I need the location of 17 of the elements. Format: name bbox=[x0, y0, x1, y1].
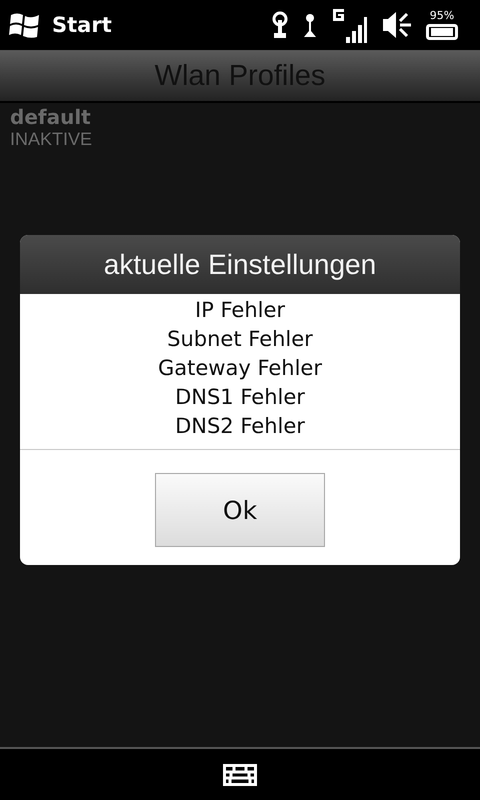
ok-button[interactable]: Ok bbox=[155, 473, 325, 547]
start-label[interactable]: Start bbox=[52, 13, 112, 37]
dialog-message-line: IP Fehler bbox=[194, 297, 286, 324]
dialog-message-line: DNS1 Fehler bbox=[175, 384, 305, 411]
screen-title: Wlan Profiles bbox=[154, 60, 326, 92]
battery-icon bbox=[426, 22, 458, 40]
profile-status: INAKTIVE bbox=[10, 129, 94, 150]
dialog-message-line: Subnet Fehler bbox=[167, 326, 313, 353]
signal-icon bbox=[332, 7, 368, 43]
pin-icon bbox=[302, 12, 318, 38]
battery-percent: 95% bbox=[430, 10, 454, 22]
speaker-muted-icon bbox=[382, 11, 412, 39]
dialog-message-line: Gateway Fehler bbox=[158, 355, 322, 382]
antenna-icon bbox=[272, 11, 288, 39]
keyboard-icon[interactable] bbox=[223, 764, 257, 786]
dialog-message-line: DNS2 Fehler bbox=[175, 413, 305, 440]
dialog-title: aktuelle Einstellungen bbox=[104, 248, 376, 280]
